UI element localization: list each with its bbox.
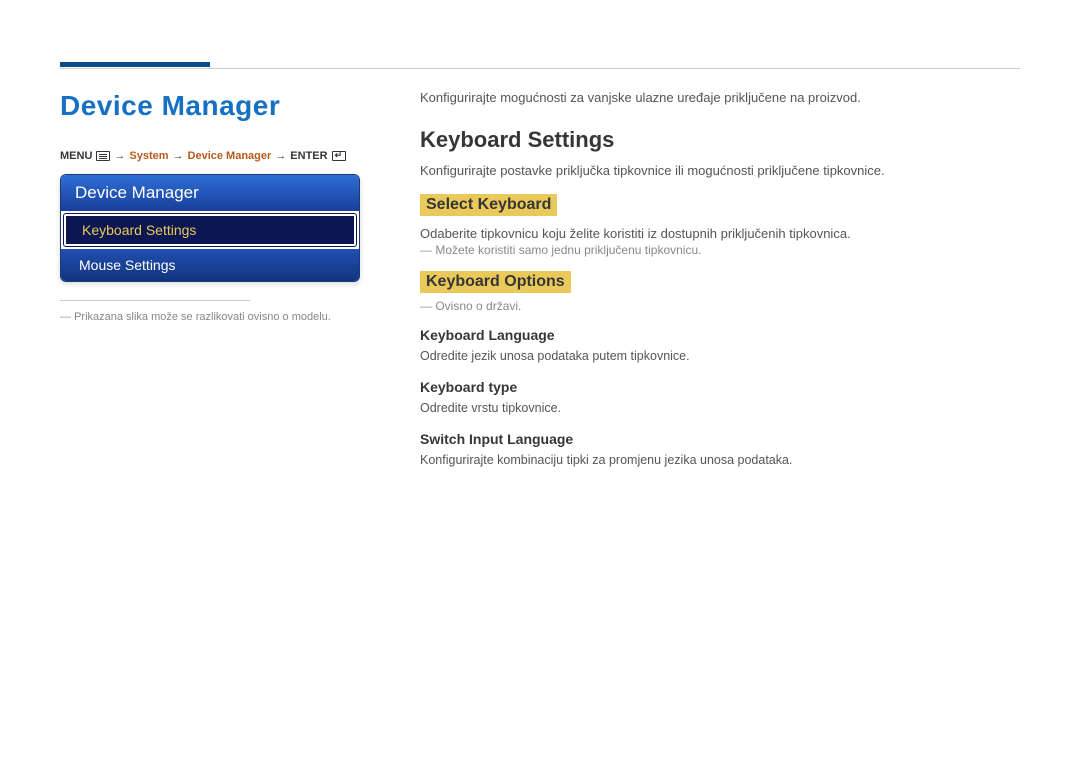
select-keyboard-desc: Odaberite tipkovnicu koju želite koristi… (420, 226, 1020, 241)
divider (60, 300, 250, 301)
menu-icon (96, 151, 110, 161)
subsection-keyboard-type: Keyboard type (420, 379, 1020, 395)
panel-header: Device Manager (61, 175, 359, 211)
breadcrumb-arrow: → (114, 150, 125, 162)
breadcrumb-arrow: → (275, 150, 286, 162)
keyboard-type-desc: Odredite vrstu tipkovnice. (420, 401, 1020, 415)
top-rule (60, 68, 1020, 69)
breadcrumb-system: System (129, 150, 168, 162)
keyboard-options-note: Ovisno o državi. (420, 299, 1020, 313)
section-keyboard-settings: Keyboard Settings (420, 127, 1020, 153)
panel-item-keyboard-settings[interactable]: Keyboard Settings (64, 214, 356, 246)
section-select-keyboard: Select Keyboard (420, 194, 557, 216)
keyboard-settings-desc: Konfigurirajte postavke priključka tipko… (420, 163, 1020, 178)
switch-input-language-desc: Konfigurirajte kombinaciju tipki za prom… (420, 453, 1020, 467)
footnote-model: Prikazana slika može se razlikovati ovis… (60, 311, 360, 323)
breadcrumb-arrow: → (173, 150, 184, 162)
page-title: Device Manager (60, 90, 360, 122)
page-content: Device Manager MENU → System → Device Ma… (60, 90, 1020, 483)
breadcrumb: MENU → System → Device Manager → ENTER (60, 150, 360, 162)
keyboard-language-desc: Odredite jezik unosa podataka putem tipk… (420, 349, 1020, 363)
section-keyboard-options: Keyboard Options (420, 271, 571, 293)
left-column: Device Manager MENU → System → Device Ma… (60, 90, 360, 483)
subsection-switch-input-language: Switch Input Language (420, 431, 1020, 447)
select-keyboard-note: Možete koristiti samo jednu priključenu … (420, 243, 1020, 257)
breadcrumb-menu-label: MENU (60, 150, 92, 162)
intro-text: Konfigurirajte mogućnosti za vanjske ula… (420, 90, 1020, 105)
top-accent-bar (60, 62, 210, 67)
subsection-keyboard-language: Keyboard Language (420, 327, 1020, 343)
right-column: Konfigurirajte mogućnosti za vanjske ula… (420, 90, 1020, 483)
panel-item-mouse-settings[interactable]: Mouse Settings (61, 249, 359, 281)
enter-icon (332, 151, 346, 161)
device-manager-panel: Device Manager Keyboard Settings Mouse S… (60, 174, 360, 282)
breadcrumb-enter-label: ENTER (290, 150, 327, 162)
breadcrumb-device-manager: Device Manager (188, 150, 272, 162)
